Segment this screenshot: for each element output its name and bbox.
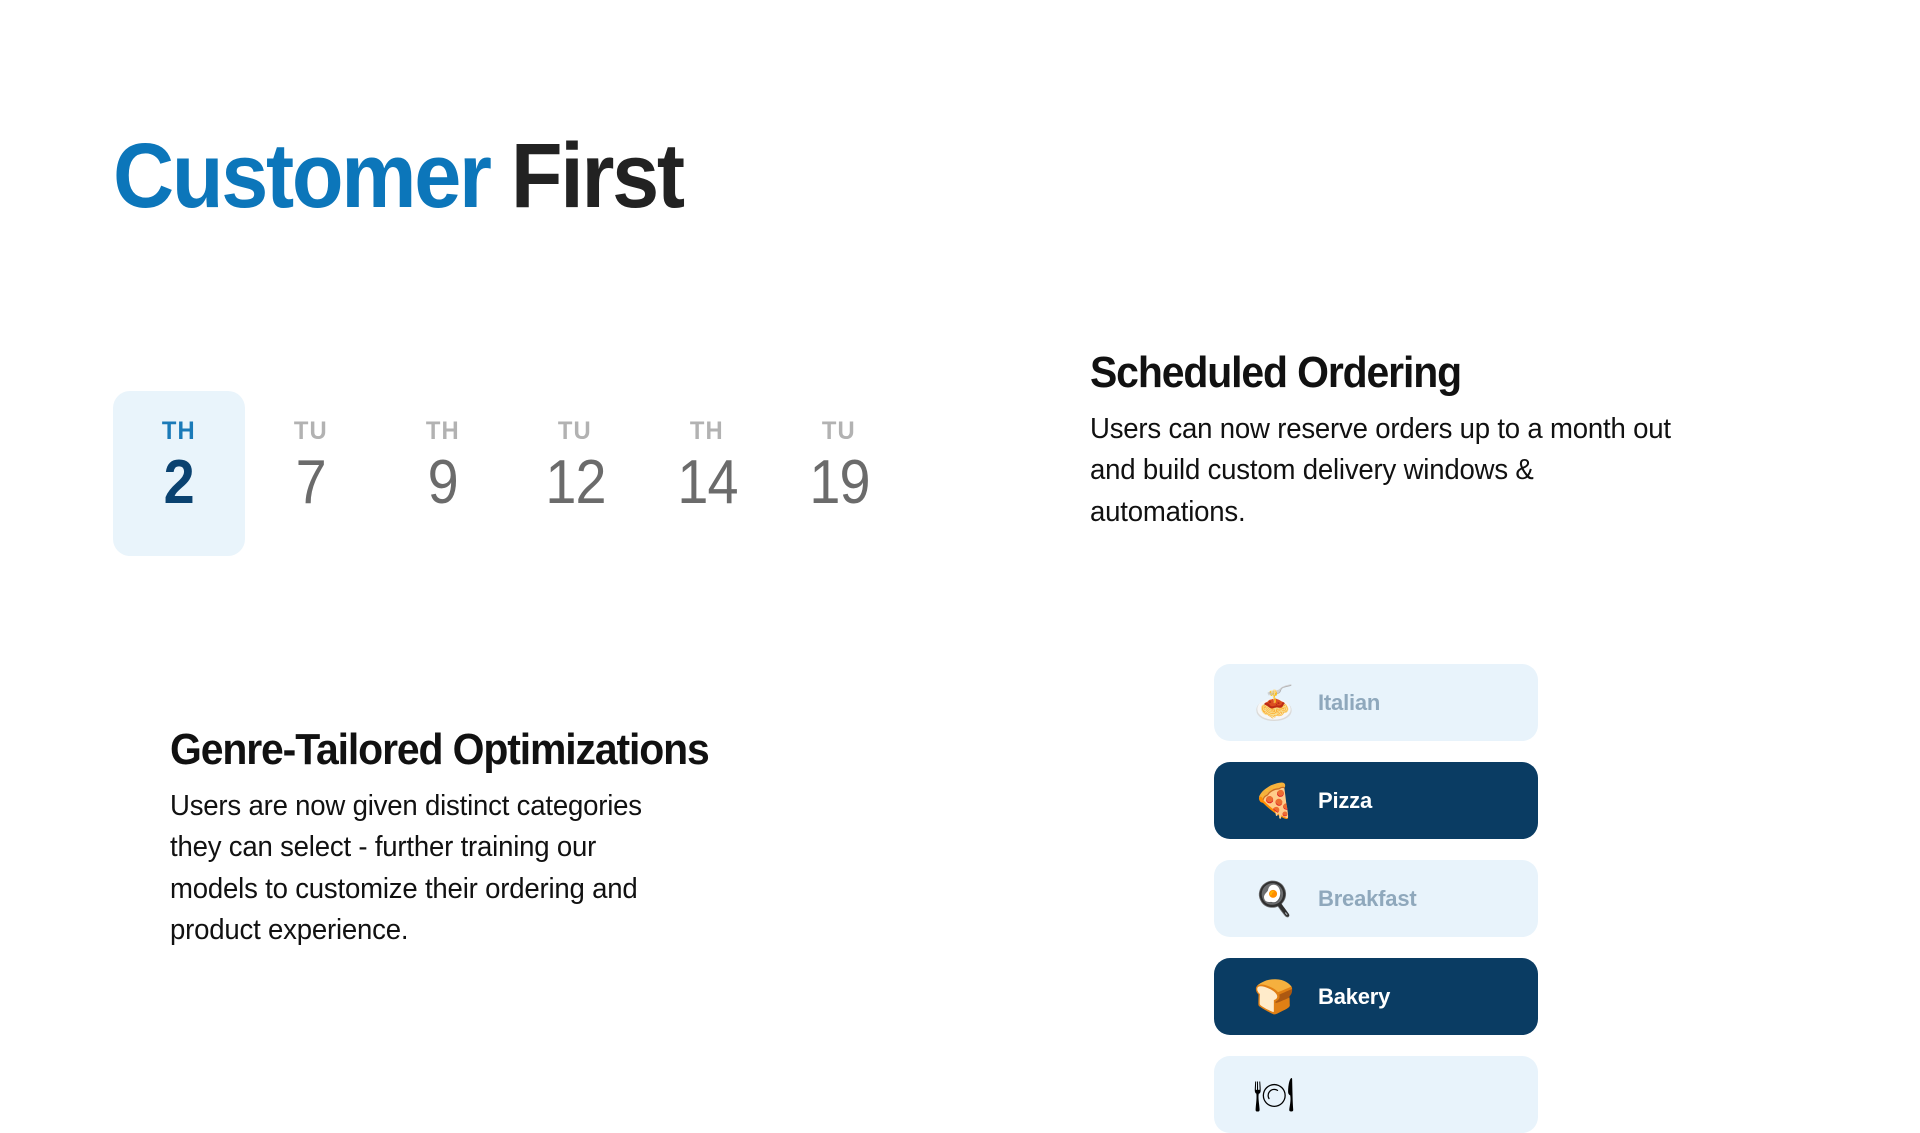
date-day-number: 14 bbox=[676, 448, 738, 517]
feature-heading: Scheduled Ordering bbox=[1090, 348, 1462, 397]
category-pill-pizza[interactable]: 🍕 Pizza bbox=[1214, 762, 1538, 839]
date-cell-0[interactable]: TH 2 bbox=[113, 391, 245, 556]
category-list: 🍝 Italian 🍕 Pizza 🍳 Breakfast 🍞 Bakery 🍽 bbox=[1214, 664, 1538, 1133]
feature-body: Users are now given distinct categories … bbox=[170, 790, 642, 946]
date-dow-label: TH bbox=[162, 417, 196, 445]
category-label: Bakery bbox=[1318, 983, 1391, 1009]
date-cell-4[interactable]: TH 14 bbox=[641, 391, 773, 556]
date-cell-1[interactable]: TU 7 bbox=[245, 391, 377, 556]
fork-knife-plate-icon: 🍽 bbox=[1253, 1076, 1295, 1113]
category-label: Italian bbox=[1318, 689, 1381, 715]
date-picker-strip: TH 2 TU 7 TH 9 TU 12 TH 14 TU 19 bbox=[113, 391, 905, 556]
date-cell-5[interactable]: TU 19 bbox=[773, 391, 905, 556]
category-label: Breakfast bbox=[1318, 885, 1417, 911]
date-dow-label: TU bbox=[822, 417, 856, 445]
date-dow-label: TU bbox=[294, 417, 328, 445]
fried-egg-icon: 🍳 bbox=[1253, 880, 1295, 917]
category-pill-breakfast[interactable]: 🍳 Breakfast bbox=[1214, 860, 1538, 937]
date-dow-label: TH bbox=[426, 417, 460, 445]
bread-icon: 🍞 bbox=[1253, 978, 1295, 1015]
date-day-number: 9 bbox=[427, 448, 459, 517]
feature-scheduled-ordering: Scheduled Ordering Users can now reserve… bbox=[1090, 348, 1730, 533]
date-dow-label: TU bbox=[558, 417, 592, 445]
pizza-icon: 🍕 bbox=[1253, 782, 1295, 819]
page-title-rest: First bbox=[510, 124, 685, 227]
page-title-accent: Customer bbox=[113, 124, 492, 227]
feature-body: Users can now reserve orders up to a mon… bbox=[1090, 413, 1671, 528]
date-day-number: 7 bbox=[295, 448, 327, 517]
page-title: Customer First bbox=[113, 130, 685, 222]
spaghetti-icon: 🍝 bbox=[1253, 684, 1295, 721]
date-dow-label: TH bbox=[690, 417, 724, 445]
feature-heading: Genre-Tailored Optimizations bbox=[170, 725, 710, 774]
feature-genre-tailored-optimizations: Genre-Tailored Optimizations Users are n… bbox=[170, 725, 930, 951]
date-day-number: 19 bbox=[808, 448, 870, 517]
category-label: Pizza bbox=[1318, 787, 1373, 813]
date-cell-2[interactable]: TH 9 bbox=[377, 391, 509, 556]
date-day-number: 12 bbox=[544, 448, 606, 517]
category-pill-partial[interactable]: 🍽 bbox=[1214, 1056, 1538, 1133]
category-pill-bakery[interactable]: 🍞 Bakery bbox=[1214, 958, 1538, 1035]
category-pill-italian[interactable]: 🍝 Italian bbox=[1214, 664, 1538, 741]
date-cell-3[interactable]: TU 12 bbox=[509, 391, 641, 556]
date-day-number: 2 bbox=[163, 448, 195, 517]
